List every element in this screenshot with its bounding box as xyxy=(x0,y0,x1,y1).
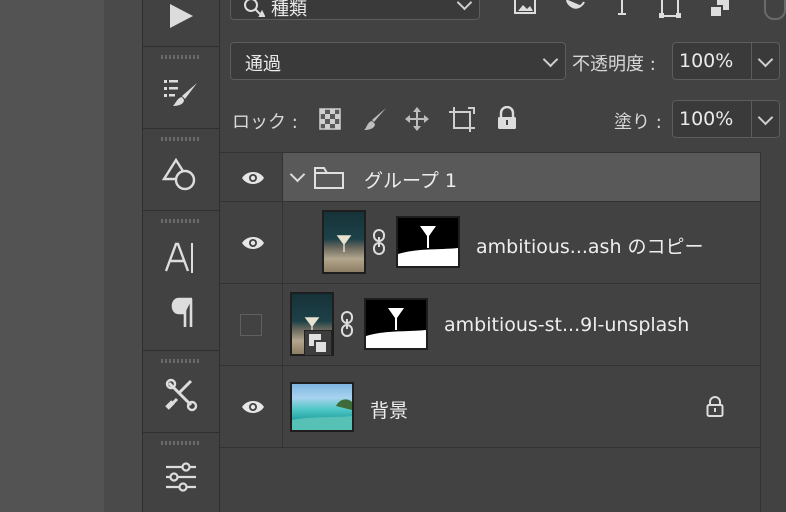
canvas-area[interactable] xyxy=(0,0,104,512)
fill-field[interactable]: 100% xyxy=(672,100,780,138)
eye-icon xyxy=(242,172,264,184)
dock-edge xyxy=(104,0,143,512)
filter-shape-icon[interactable] xyxy=(658,0,682,20)
lock-icon[interactable] xyxy=(706,396,724,418)
selection-highlight xyxy=(283,153,760,201)
link-icon[interactable] xyxy=(372,228,386,256)
adjustments-icon[interactable] xyxy=(157,454,205,500)
brush-preset-icon[interactable] xyxy=(157,70,205,116)
blend-mode-select[interactable]: 通過 xyxy=(230,42,566,80)
folder-icon xyxy=(314,167,344,189)
layer-mask-thumbnail[interactable] xyxy=(396,216,460,268)
visibility-toggle[interactable] xyxy=(220,153,283,201)
opacity-label: 不透明度 : xyxy=(572,54,656,75)
filter-type-icon[interactable] xyxy=(614,0,630,16)
fill-value: 100% xyxy=(679,108,734,130)
layer-thumbnail xyxy=(322,210,366,274)
lock-transparent-pixels-icon[interactable] xyxy=(319,108,341,130)
filter-image-icon[interactable] xyxy=(514,0,536,14)
lock-image-pixels-icon[interactable] xyxy=(362,106,388,132)
visibility-toggle[interactable] xyxy=(220,366,283,447)
panel-dock-column xyxy=(142,0,220,512)
link-icon[interactable] xyxy=(340,310,354,338)
layer-name[interactable]: ambitious...ash のコピー xyxy=(476,232,704,259)
layer-name[interactable]: ambitious-st...9l-unsplash xyxy=(444,314,689,336)
layer-filter-select[interactable]: 種類 xyxy=(230,0,480,20)
layer-name[interactable]: グループ 1 xyxy=(364,166,457,193)
filter-toggle[interactable] xyxy=(764,0,786,20)
layer-row-group[interactable]: グループ 1 xyxy=(220,153,760,202)
fill-label: 塗り : xyxy=(614,112,662,133)
chevron-down-icon xyxy=(456,0,473,11)
tools-icon[interactable] xyxy=(157,372,205,418)
opacity-value: 100% xyxy=(679,50,734,72)
layer-row-smart-object[interactable]: ambitious-st...9l-unsplash xyxy=(220,284,760,366)
lock-label: ロック : xyxy=(232,112,298,133)
eye-icon xyxy=(242,401,264,413)
chevron-down-icon[interactable] xyxy=(757,51,774,68)
layer-name[interactable]: 背景 xyxy=(370,396,408,423)
layer-thumbnail xyxy=(290,382,354,432)
eye-icon xyxy=(242,237,264,249)
chevron-down-icon[interactable] xyxy=(757,109,774,126)
filter-adjustment-icon[interactable] xyxy=(564,0,586,14)
layers-panel: 種類 通過 不透明度 : 100% ロック : 塗り: 100% グループ 1… xyxy=(220,0,786,512)
scrollbar-track[interactable] xyxy=(760,152,786,512)
layer-mask-thumbnail[interactable] xyxy=(364,298,428,350)
visibility-toggle[interactable] xyxy=(220,202,283,283)
opacity-field[interactable]: 100% xyxy=(672,42,780,80)
lock-position-icon[interactable] xyxy=(404,106,430,132)
visibility-off-box xyxy=(240,314,262,336)
filter-value: 種類 xyxy=(271,0,307,20)
blend-mode-value: 通過 xyxy=(245,54,281,75)
lock-all-icon[interactable] xyxy=(496,106,518,130)
layer-row-background[interactable]: 背景 xyxy=(220,366,760,448)
lock-artboard-icon[interactable] xyxy=(448,106,476,132)
smart-object-badge-icon xyxy=(304,330,332,356)
paragraph-icon[interactable] xyxy=(157,290,205,336)
chevron-down-icon xyxy=(542,51,559,68)
shape-icon[interactable] xyxy=(157,152,205,198)
filter-smart-object-icon[interactable] xyxy=(708,0,730,18)
search-icon xyxy=(244,0,265,17)
layer-row-copy[interactable]: ambitious...ash のコピー xyxy=(220,202,760,284)
play-icon[interactable] xyxy=(157,0,205,34)
visibility-toggle[interactable] xyxy=(220,284,283,365)
character-icon[interactable] xyxy=(157,234,205,280)
